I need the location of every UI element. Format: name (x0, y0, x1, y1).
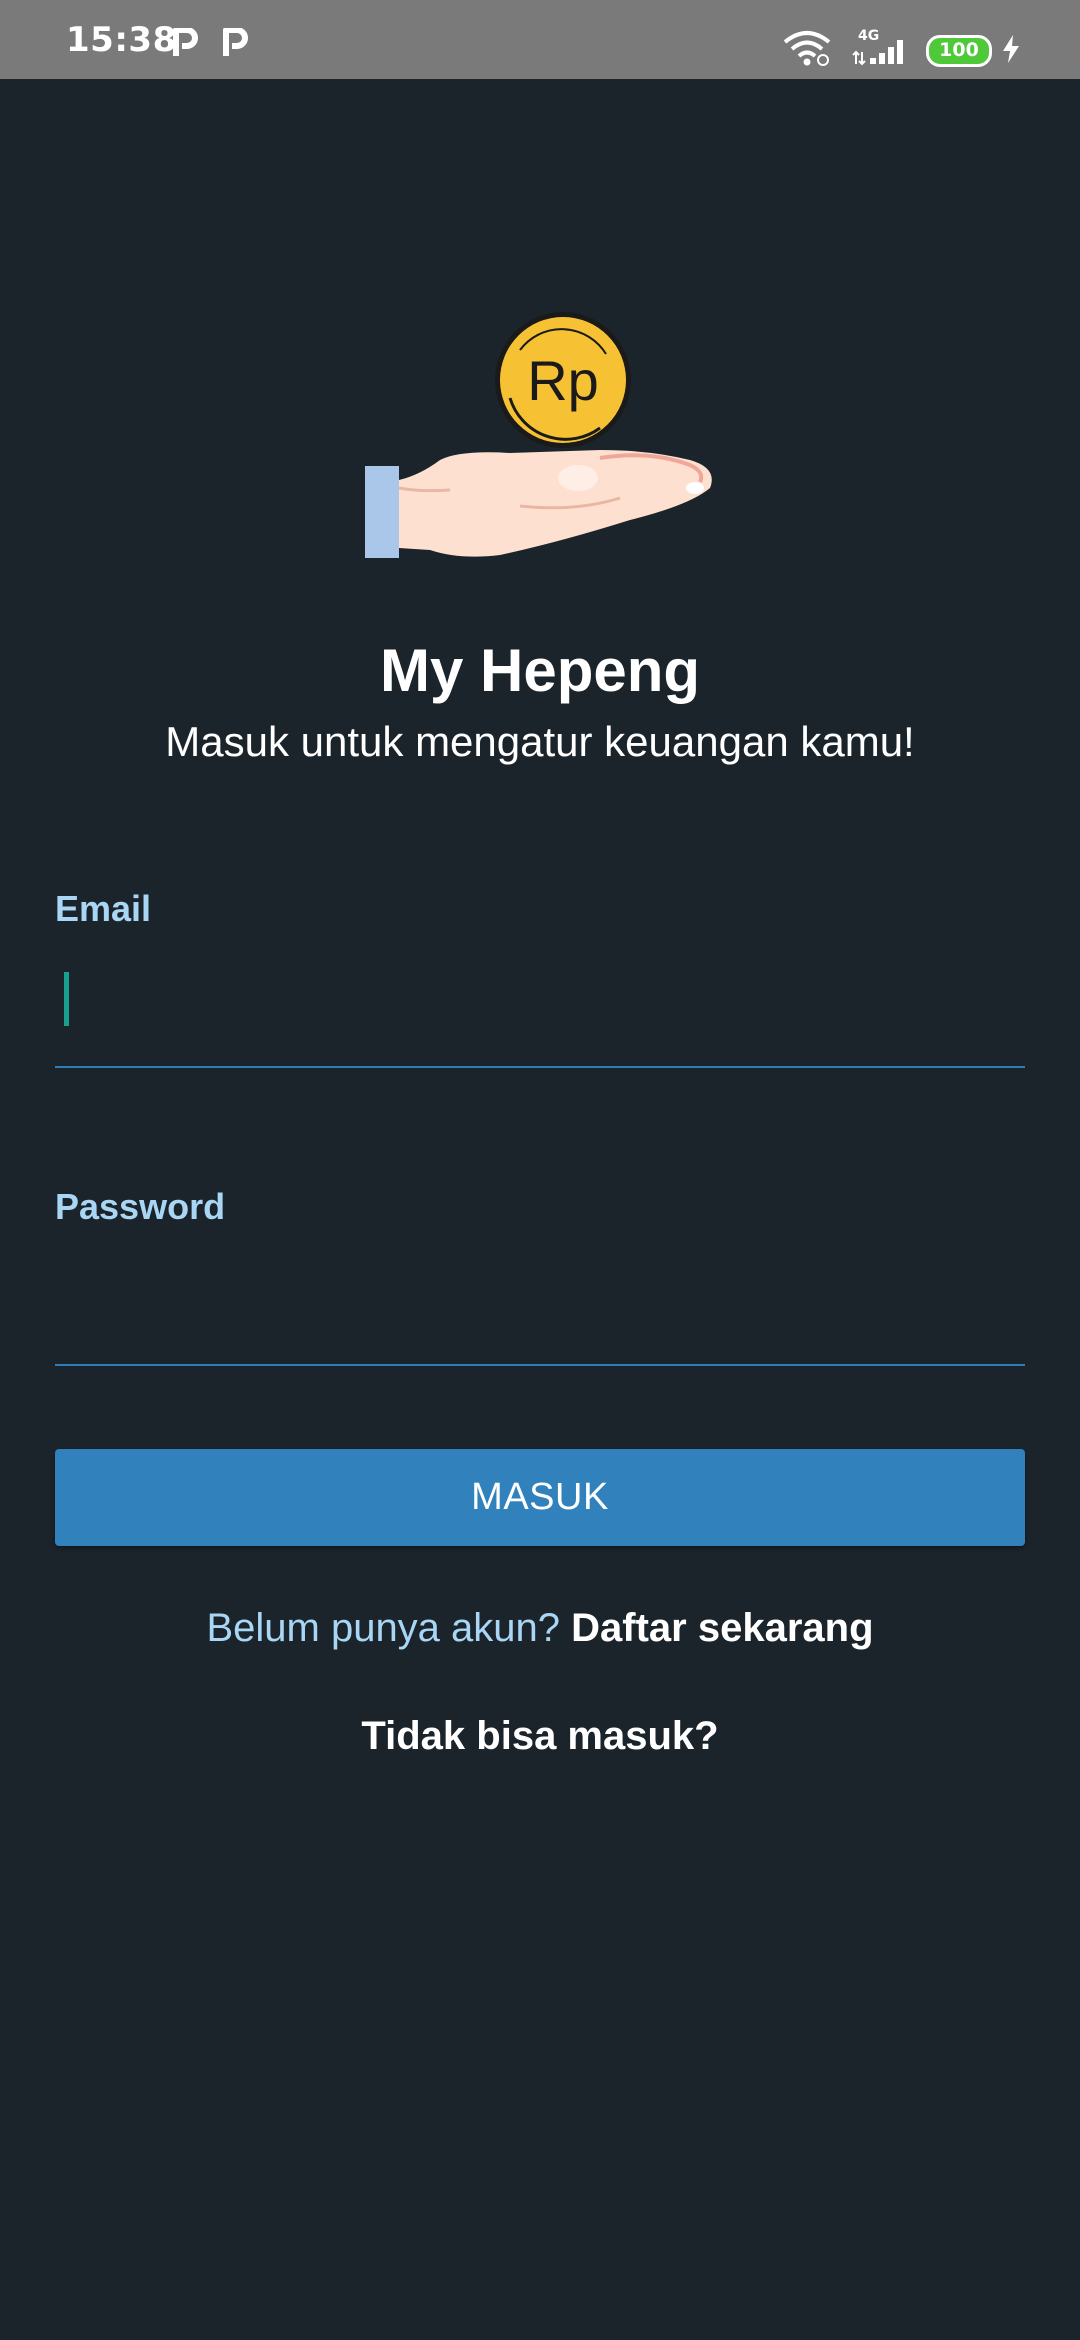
status-time: 15:38 (66, 20, 177, 60)
signup-prompt: Belum punya akun? Daftar sekarang (0, 1606, 1080, 1651)
password-label: Password (55, 1186, 226, 1227)
battery-icon: 100 (926, 35, 992, 67)
status-bar: 15:38 4G 100 (0, 0, 1080, 79)
signup-link[interactable]: Daftar sekarang (571, 1606, 873, 1650)
email-label: Email (55, 888, 152, 929)
password-underline (55, 1364, 1025, 1366)
email-field[interactable] (55, 956, 1029, 1038)
p-icon (173, 28, 198, 56)
wifi-icon (783, 31, 831, 66)
forgot-login-link[interactable]: Tidak bisa masuk? (0, 1714, 1080, 1759)
password-field[interactable] (55, 1256, 1029, 1338)
svg-text:Rp: Rp (527, 349, 599, 412)
signal-icon (852, 40, 903, 66)
hand-icon (365, 450, 712, 558)
battery-level: 100 (939, 39, 979, 61)
app-logo: Rp (360, 310, 730, 575)
app-title: My Hepeng (379, 637, 701, 704)
coin-icon: Rp (495, 312, 631, 448)
p-icon (223, 28, 248, 56)
charging-icon (1003, 35, 1019, 63)
signup-question: Belum punya akun? (206, 1606, 561, 1650)
login-button[interactable]: MASUK (55, 1449, 1025, 1546)
app-subtitle: Masuk untuk mengatur keuangan kamu! (165, 718, 915, 765)
email-underline (55, 1066, 1025, 1068)
text-cursor (64, 972, 69, 1026)
